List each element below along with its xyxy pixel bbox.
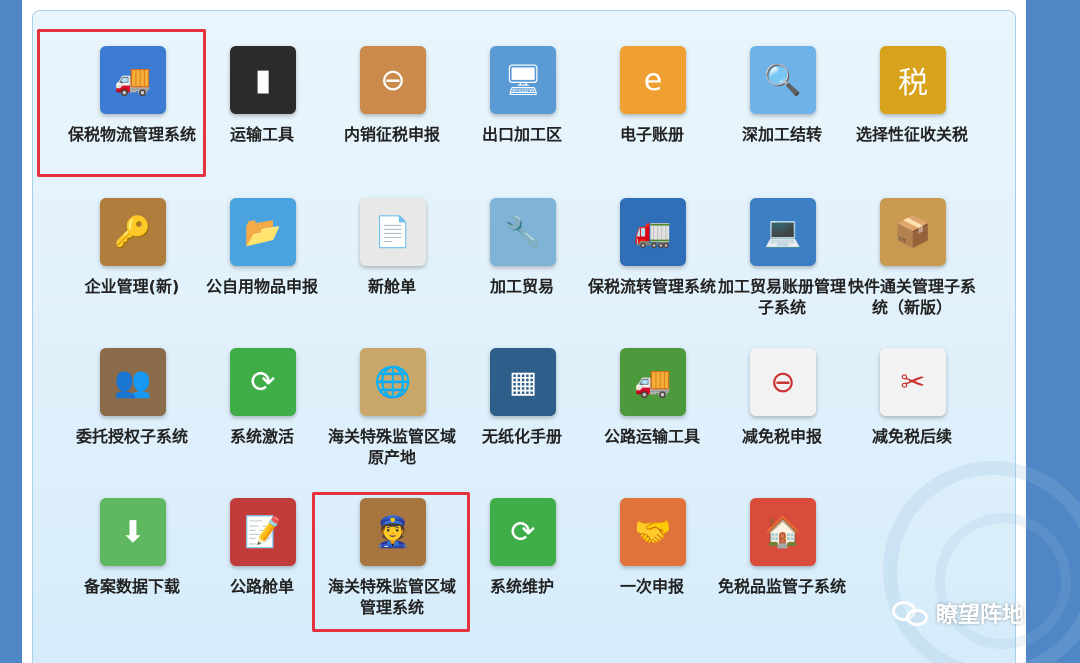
app-tile-label[interactable]: 海关特殊监管区域原产地 [321, 426, 463, 468]
app-tile[interactable]: ⬇ 备案数据下载 [67, 498, 197, 648]
app-tile-label[interactable]: 新舱单 [321, 276, 463, 297]
app-tile-label[interactable]: 运输工具 [191, 124, 333, 145]
app-tile-label[interactable]: 公路运输工具 [581, 426, 723, 447]
app-tile[interactable]: ⊖ 减免税申报 [717, 348, 847, 498]
app-tile-label[interactable]: 公自用物品申报 [191, 276, 333, 297]
shipping-container-icon[interactable]: ▮ [230, 46, 296, 114]
app-tile-label[interactable]: 选择性征收关税 [841, 124, 983, 145]
app-tile[interactable]: 📦 快件通关管理子系统（新版） [847, 198, 977, 348]
app-tile[interactable]: 🔍 深加工结转 [717, 46, 847, 196]
app-tile[interactable]: ▮ 运输工具 [197, 46, 327, 196]
truck-document-icon[interactable]: 📝 [230, 498, 296, 566]
app-tile-label[interactable]: 无纸化手册 [451, 426, 593, 447]
app-tile[interactable]: 👥 委托授权子系统 [67, 348, 197, 498]
app-tile[interactable]: 🏠 免税品监管子系统 [717, 498, 847, 648]
app-tile[interactable]: ✂ 减免税后续 [847, 348, 977, 498]
refresh-icon[interactable]: ⟳ [490, 498, 556, 566]
app-tile-label[interactable]: 减免税后续 [841, 426, 983, 447]
monitor-icon[interactable]: 🖥 [490, 46, 556, 114]
highlight-box-bonded-logistics [37, 29, 206, 177]
app-tile[interactable]: e 电子账册 [587, 46, 717, 196]
app-tile-label[interactable]: 系统激活 [191, 426, 333, 447]
app-tile[interactable]: 📄 新舱单 [327, 198, 457, 348]
app-tile-label[interactable]: 深加工结转 [711, 124, 853, 145]
download-icon[interactable]: ⬇ [100, 498, 166, 566]
app-tile-label[interactable]: 保税流转管理系统 [581, 276, 723, 297]
app-tile-label[interactable]: 出口加工区 [451, 124, 593, 145]
app-tile[interactable]: ⊖ 内销征税申报 [327, 46, 457, 196]
handshake-icon[interactable]: 🤝 [620, 498, 686, 566]
app-tile[interactable]: 🖥 出口加工区 [457, 46, 587, 196]
open-box-icon[interactable]: 📦 [880, 198, 946, 266]
network-computer-icon[interactable]: 💻 [750, 198, 816, 266]
books-key-icon[interactable]: 🔑 [100, 198, 166, 266]
app-tile[interactable]: 🌐 海关特殊监管区域原产地 [327, 348, 457, 498]
app-tile-label[interactable]: 企业管理(新) [61, 276, 203, 297]
magnifier-icon[interactable]: 🔍 [750, 46, 816, 114]
e-mail-icon[interactable]: e [620, 46, 686, 114]
tools-icon[interactable]: 🔧 [490, 198, 556, 266]
app-tile-label[interactable]: 减免税申报 [711, 426, 853, 447]
app-tile-label[interactable]: 加工贸易账册管理子系统 [711, 276, 853, 318]
app-tile[interactable]: 🔧 加工贸易 [457, 198, 587, 348]
watermark: 瞭望阵地 [892, 596, 1052, 630]
watermark-text: 瞭望阵地 [936, 603, 1025, 628]
app-tile[interactable]: ⟳ 系统激活 [197, 348, 327, 498]
app-tile[interactable]: 🤝 一次申报 [587, 498, 717, 648]
app-tile[interactable]: 🚛 保税流转管理系统 [587, 198, 717, 348]
highlight-box-special-zone [312, 492, 470, 632]
wechat-icon [892, 599, 928, 627]
folder-box-icon[interactable]: 📂 [230, 198, 296, 266]
app-tile[interactable]: 📝 公路舱单 [197, 498, 327, 648]
app-tile-label[interactable]: 系统维护 [451, 576, 593, 597]
app-tile[interactable]: 📂 公自用物品申报 [197, 198, 327, 348]
app-tile[interactable]: 税选择性征收关税 [847, 46, 977, 196]
document-icon[interactable]: 📄 [360, 198, 426, 266]
app-tile-label[interactable]: 一次申报 [581, 576, 723, 597]
psao-globe-icon[interactable]: 🌐 [360, 348, 426, 416]
app-tile-label[interactable]: 免税品监管子系统 [711, 576, 853, 597]
app-tile-label[interactable]: 快件通关管理子系统（新版） [841, 276, 983, 318]
app-tile[interactable]: ▦ 无纸化手册 [457, 348, 587, 498]
scissors-icon[interactable]: ✂ [880, 348, 946, 416]
app-tile-label[interactable]: 委托授权子系统 [61, 426, 203, 447]
house-ribbon-icon[interactable]: 🏠 [750, 498, 816, 566]
truck-icon[interactable]: 🚚 [620, 348, 686, 416]
users-icon[interactable]: 👥 [100, 348, 166, 416]
app-tile-label[interactable]: 电子账册 [581, 124, 723, 145]
chip-icon[interactable]: ▦ [490, 348, 556, 416]
refresh-icon[interactable]: ⟳ [230, 348, 296, 416]
app-tile-label[interactable]: 备案数据下载 [61, 576, 203, 597]
truck-cycle-icon[interactable]: 🚛 [620, 198, 686, 266]
tax-coins-icon[interactable]: 税 [880, 46, 946, 114]
app-tile[interactable]: 🚚 公路运输工具 [587, 348, 717, 498]
app-tile-label[interactable]: 加工贸易 [451, 276, 593, 297]
app-tile[interactable]: ⟳ 系统维护 [457, 498, 587, 648]
app-tile[interactable]: 💻 加工贸易账册管理子系统 [717, 198, 847, 348]
app-tile[interactable]: 🔑 企业管理(新) [67, 198, 197, 348]
crate-minus-icon[interactable]: ⊖ [360, 46, 426, 114]
app-tile-label[interactable]: 内销征税申报 [321, 124, 463, 145]
page-minus-icon[interactable]: ⊖ [750, 348, 816, 416]
